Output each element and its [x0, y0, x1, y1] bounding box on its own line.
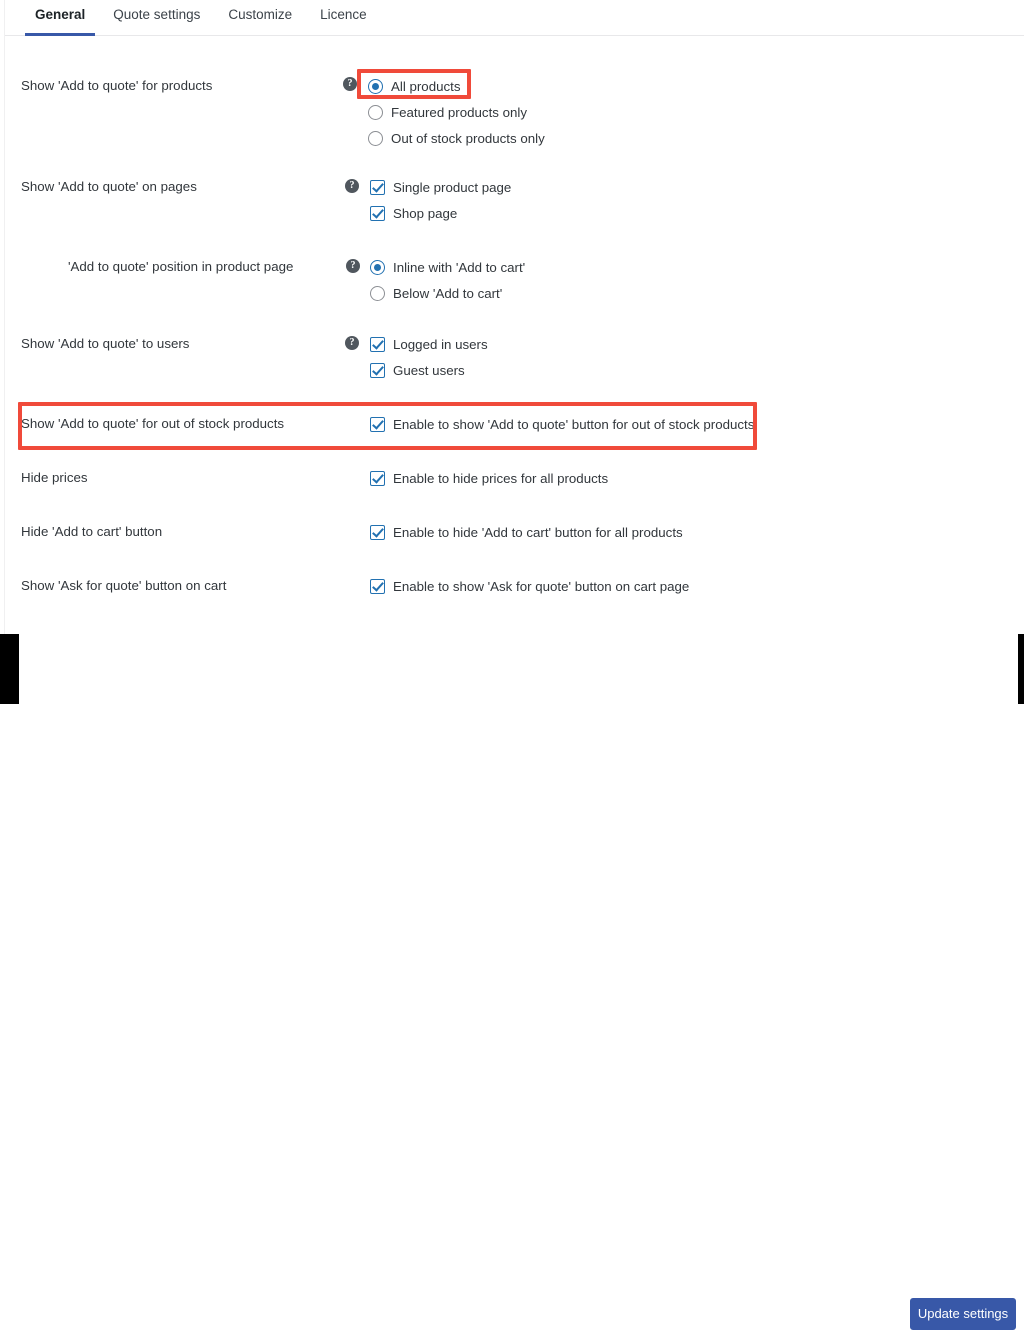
- checkbox-label-ask-for-quote-cart: Enable to show 'Ask for quote' button on…: [393, 578, 690, 594]
- setting-label-show-add-to-quote-for-products: Show 'Add to quote' for products: [21, 78, 213, 93]
- tab-general[interactable]: General: [21, 0, 99, 36]
- radio-option-featured-products-only[interactable]: Featured products only: [368, 101, 545, 123]
- setting-options-show-ask-for-quote-on-cart: Enable to show 'Ask for quote' button on…: [370, 575, 689, 601]
- setting-options-show-add-to-quote-on-pages: Single product page Shop page: [370, 176, 511, 228]
- checkbox-hide-add-to-cart[interactable]: [370, 524, 385, 540]
- setting-options-show-add-to-quote-out-of-stock: Enable to show 'Add to quote' button for…: [370, 413, 754, 439]
- help-icon-show-add-to-quote-for-products[interactable]: ?: [343, 77, 357, 91]
- checkbox-option-ask-for-quote-cart[interactable]: Enable to show 'Ask for quote' button on…: [370, 575, 689, 597]
- checkbox-option-single-product-page[interactable]: Single product page: [370, 176, 511, 198]
- radio-all-products[interactable]: [368, 78, 383, 94]
- tab-customize[interactable]: Customize: [214, 0, 306, 36]
- checkbox-label-enable-out-of-stock: Enable to show 'Add to quote' button for…: [393, 416, 755, 432]
- setting-label-hide-add-to-cart: Hide 'Add to cart' button: [21, 524, 163, 539]
- checkbox-logged-in-users[interactable]: [370, 336, 385, 352]
- radio-option-out-of-stock-products-only[interactable]: Out of stock products only: [368, 127, 545, 149]
- radio-option-all-products[interactable]: All products: [368, 75, 545, 97]
- setting-options-hide-add-to-cart: Enable to hide 'Add to cart' button for …: [370, 521, 683, 547]
- radio-label-below-add-to-cart: Below 'Add to cart': [393, 285, 503, 301]
- update-settings-button[interactable]: Update settings: [910, 1298, 1016, 1330]
- checkbox-label-single-product-page: Single product page: [393, 179, 512, 195]
- setting-label-show-add-to-quote-on-pages: Show 'Add to quote' on pages: [21, 179, 197, 194]
- setting-options-add-to-quote-position: Inline with 'Add to cart' Below 'Add to …: [370, 256, 525, 308]
- bottom-right-black-strip: [1018, 634, 1024, 704]
- checkbox-option-logged-in-users[interactable]: Logged in users: [370, 333, 488, 355]
- checkbox-option-hide-prices[interactable]: Enable to hide prices for all products: [370, 467, 608, 489]
- checkbox-ask-for-quote-cart[interactable]: [370, 578, 385, 594]
- help-icon-show-add-to-quote-to-users[interactable]: ?: [345, 336, 359, 350]
- checkbox-label-shop-page: Shop page: [393, 205, 458, 221]
- radio-option-below-add-to-cart[interactable]: Below 'Add to cart': [370, 282, 525, 304]
- footer-bar: Update settings: [0, 634, 1024, 1330]
- radio-below-add-to-cart[interactable]: [370, 285, 385, 301]
- radio-inline-with-add-to-cart[interactable]: [370, 259, 385, 275]
- bottom-left-black-strip: [0, 634, 19, 704]
- checkbox-label-hide-prices: Enable to hide prices for all products: [393, 470, 609, 486]
- checkbox-label-logged-in-users: Logged in users: [393, 336, 488, 352]
- checkbox-single-product-page[interactable]: [370, 179, 385, 195]
- help-icon-show-add-to-quote-on-pages[interactable]: ?: [345, 179, 359, 193]
- checkbox-option-enable-out-of-stock[interactable]: Enable to show 'Add to quote' button for…: [370, 413, 754, 435]
- setting-label-show-ask-for-quote-on-cart: Show 'Ask for quote' button on cart: [21, 578, 227, 593]
- settings-form: Show 'Add to quote' for products ? All p…: [5, 37, 1024, 634]
- radio-out-of-stock-products-only[interactable]: [368, 130, 383, 146]
- setting-label-show-add-to-quote-to-users: Show 'Add to quote' to users: [21, 336, 190, 351]
- checkbox-option-hide-add-to-cart[interactable]: Enable to hide 'Add to cart' button for …: [370, 521, 683, 543]
- setting-options-show-add-to-quote-to-users: Logged in users Guest users: [370, 333, 488, 385]
- setting-label-show-add-to-quote-out-of-stock: Show 'Add to quote' for out of stock pro…: [21, 416, 285, 431]
- setting-label-hide-prices: Hide prices: [21, 470, 88, 485]
- radio-label-all-products: All products: [391, 78, 461, 94]
- tab-bar: General Quote settings Customize Licence: [5, 0, 1024, 36]
- help-icon-add-to-quote-position[interactable]: ?: [346, 259, 360, 273]
- tab-quote-settings[interactable]: Quote settings: [99, 0, 214, 36]
- checkbox-hide-prices[interactable]: [370, 470, 385, 486]
- tab-licence[interactable]: Licence: [306, 0, 381, 36]
- radio-label-featured-products-only: Featured products only: [391, 104, 528, 120]
- radio-label-out-of-stock-products-only: Out of stock products only: [391, 130, 545, 146]
- checkbox-label-hide-add-to-cart: Enable to hide 'Add to cart' button for …: [393, 524, 683, 540]
- setting-options-show-add-to-quote-for-products: All products Featured products only Out …: [368, 75, 545, 153]
- checkbox-shop-page[interactable]: [370, 205, 385, 221]
- checkbox-label-guest-users: Guest users: [393, 362, 465, 378]
- radio-label-inline-with-add-to-cart: Inline with 'Add to cart': [393, 259, 526, 275]
- checkbox-option-shop-page[interactable]: Shop page: [370, 202, 511, 224]
- checkbox-enable-out-of-stock[interactable]: [370, 416, 385, 432]
- radio-featured-products-only[interactable]: [368, 104, 383, 120]
- radio-option-inline-with-add-to-cart[interactable]: Inline with 'Add to cart': [370, 256, 525, 278]
- checkbox-option-guest-users[interactable]: Guest users: [370, 359, 488, 381]
- checkbox-guest-users[interactable]: [370, 362, 385, 378]
- setting-options-hide-prices: Enable to hide prices for all products: [370, 467, 608, 493]
- setting-label-add-to-quote-position: 'Add to quote' position in product page: [68, 259, 294, 274]
- tab-list: General Quote settings Customize Licence: [21, 0, 381, 36]
